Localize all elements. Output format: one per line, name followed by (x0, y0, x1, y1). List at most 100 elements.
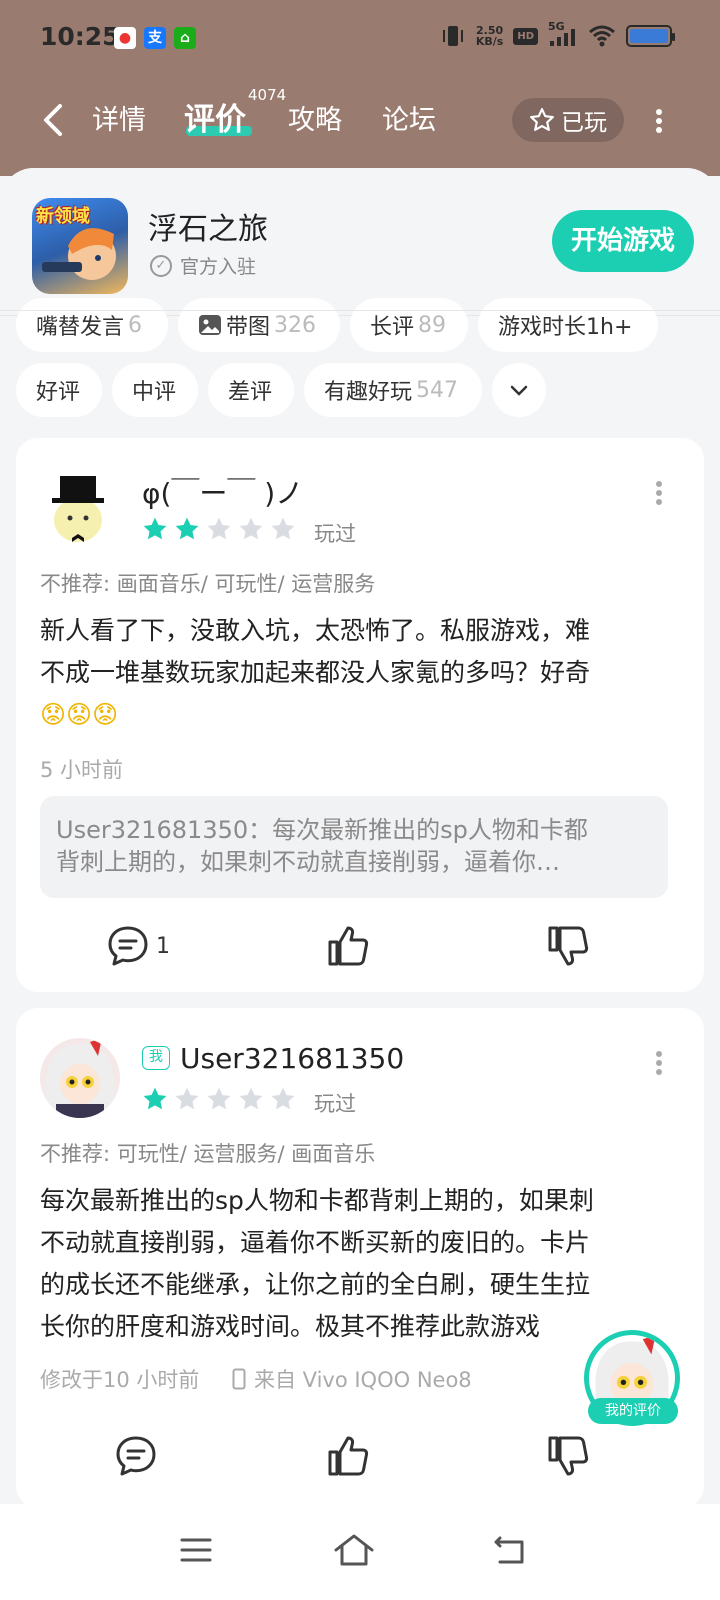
filter-chip-quote[interactable]: 嘴替发言 6 (16, 298, 168, 352)
back-nav-icon[interactable] (488, 1528, 532, 1572)
review-tags: 不推荐: 可玩性/ 运营服务/ 画面音乐 (40, 1142, 376, 1166)
official-label: 官方入驻 (180, 256, 257, 278)
avatar-art (46, 1038, 114, 1118)
home-icon[interactable] (332, 1528, 376, 1572)
review-card: φ(￣ー￣ )ノ 玩过 不推荐: 画面音乐/ 可玩性/ 运营服务 新人看了下，没… (16, 438, 704, 992)
review-content[interactable]: 每次最新推出的sp人物和卡都背刺上期的，如果刺 不动就直接削弱，逼着你不断买新的… (40, 1180, 594, 1348)
thumbs-up-icon[interactable] (326, 1434, 370, 1478)
filter-chip-positive[interactable]: 好评 (16, 363, 102, 417)
filter-chip-negative[interactable]: 差评 (208, 363, 294, 417)
review-more-icon[interactable] (654, 478, 664, 508)
chip-count: 6 (128, 312, 143, 338)
tab-details[interactable]: 详情 (92, 98, 146, 137)
filter-chip-long-review[interactable]: 长评 89 (350, 298, 468, 352)
map-app-icon: ● (114, 27, 136, 49)
hd-badge: HD (513, 27, 538, 45)
reply-line: User321681350：每次最新推出的sp人物和卡都 (56, 816, 588, 844)
chip-label: 带图 (226, 315, 271, 340)
game-icon[interactable]: 新领域 (32, 198, 128, 294)
status-time: 10:25 (40, 22, 120, 51)
star-filled-icon (143, 517, 167, 540)
played-status: 玩过 (314, 522, 356, 546)
expand-filters-button[interactable] (492, 363, 546, 417)
review-more-icon[interactable] (654, 1048, 664, 1078)
avatar-art (52, 476, 104, 542)
star-empty-icon (207, 517, 231, 540)
status-right: 2.50 KB/s HD 5G (440, 20, 675, 48)
filter-chip-with-image[interactable]: 带图 326 (178, 298, 340, 352)
start-game-button[interactable]: 开始游戏 (552, 210, 694, 272)
phone-icon (232, 1368, 246, 1390)
me-badge: 我 (142, 1046, 170, 1070)
chip-count: 326 (274, 312, 317, 338)
comment-icon[interactable] (106, 924, 150, 968)
review-content-line: 长你的肝度和游戏时间。极其不推荐此款游戏 (40, 1312, 541, 1341)
tab-guides[interactable]: 攻略 (288, 98, 342, 137)
star-empty-icon (271, 517, 295, 540)
avatar[interactable] (40, 468, 116, 544)
review-content[interactable]: 新人看了下，没敢入坑，太恐怖了。私服游戏，难 不成一堆基数玩家加起来都没人家氪的… (40, 610, 590, 736)
chip-label: 嘴替发言 (36, 315, 125, 340)
filter-chip-playtime[interactable]: 游戏时长1h+ (478, 298, 658, 352)
star-empty-icon (207, 1087, 231, 1110)
chip-label: 差评 (228, 380, 273, 405)
menu-icon[interactable] (174, 1528, 218, 1572)
thumbs-down-icon[interactable] (546, 1434, 590, 1478)
review-content-line: 的成长还不能继承，让你之前的全白刷，硬生生拉 (40, 1270, 591, 1299)
avatar[interactable] (40, 1038, 120, 1118)
tab-reviews[interactable]: 评价 (184, 94, 246, 139)
thumbs-down-icon[interactable] (546, 924, 590, 968)
chip-label: 中评 (132, 380, 177, 405)
my-review-label[interactable]: 我的评价 (588, 1398, 678, 1424)
signal-5g: 5G (548, 20, 578, 48)
played-button-label: 已玩 (561, 110, 607, 136)
check-circle-icon: ✓ (150, 254, 172, 277)
star-empty-icon (271, 1087, 295, 1110)
system-nav-bar (0, 1504, 720, 1600)
more-menu-icon[interactable] (652, 106, 666, 136)
net-speed: 2.50 KB/s (476, 25, 503, 47)
star-filled-icon (143, 1087, 167, 1110)
chip-count: 547 (416, 377, 459, 403)
chip-label: 有趣好玩 (324, 380, 413, 405)
review-username[interactable]: φ(￣ー￣ )ノ (142, 472, 303, 512)
thumbs-up-icon[interactable] (326, 924, 370, 968)
battery-icon (626, 25, 675, 47)
filter-chip-neutral[interactable]: 中评 (112, 363, 198, 417)
vibrate-icon (442, 26, 463, 46)
review-content-line: 新人看了下，没敢入坑，太恐怖了。私服游戏，难 (40, 616, 591, 645)
review-content-line: 不成一堆基数玩家加起来都没人家氪的多吗？好奇 (40, 658, 591, 687)
net-speed-unit: KB/s (475, 35, 504, 48)
tab-forum[interactable]: 论坛 (382, 98, 436, 137)
comment-icon[interactable] (114, 1434, 158, 1478)
star-empty-icon (239, 1087, 263, 1110)
review-username[interactable]: User321681350 (180, 1042, 404, 1075)
game-header: 新领域 浮石之旅 ✓ 官方入驻 开始游戏 (0, 168, 720, 316)
status-bar: 10:25 ● 支 ⌂ 2.50 KB/s HD 5G (0, 0, 720, 76)
review-content-line: 不动就直接削弱，逼着你不断买新的废旧的。卡片 (40, 1228, 591, 1257)
chip-label: 游戏时长1h+ (498, 315, 633, 340)
back-arrow-icon[interactable] (38, 100, 68, 140)
signal-icon (550, 29, 575, 46)
review-time: 5 小时前 (40, 758, 124, 782)
review-device: 来自 Vivo IQOO Neo8 (232, 1364, 472, 1394)
game-title: 浮石之旅 (148, 212, 268, 247)
official-badge: ✓ 官方入驻 (150, 252, 256, 279)
chip-label: 长评 (370, 315, 415, 340)
reply-preview[interactable]: User321681350：每次最新推出的sp人物和卡都 背刺上期的，如果刺不动… (40, 796, 668, 898)
review-edited-time: 修改于10 小时前 (40, 1368, 200, 1392)
header-divider-mask (0, 310, 720, 311)
wifi-icon (589, 25, 615, 47)
filter-chip-fun[interactable]: 有趣好玩 547 (304, 363, 482, 417)
image-icon (199, 315, 221, 335)
played-button[interactable]: 已玩 (512, 98, 624, 142)
review-card: 我 User321681350 玩过 不推荐: 可玩性/ 运营服务/ 画面音乐 … (16, 1008, 704, 1508)
review-content-emoji: 😟😟😟 (40, 700, 119, 729)
star-empty-icon (175, 1087, 199, 1110)
chip-label: 好评 (36, 380, 81, 405)
review-tags: 不推荐: 画面音乐/ 可玩性/ 运营服务 (40, 572, 376, 596)
star-outline-icon (530, 108, 554, 131)
chip-count: 89 (418, 312, 447, 338)
home-app-icon: ⌂ (174, 27, 196, 49)
review-content-line: 每次最新推出的sp人物和卡都背刺上期的，如果刺 (40, 1186, 594, 1215)
